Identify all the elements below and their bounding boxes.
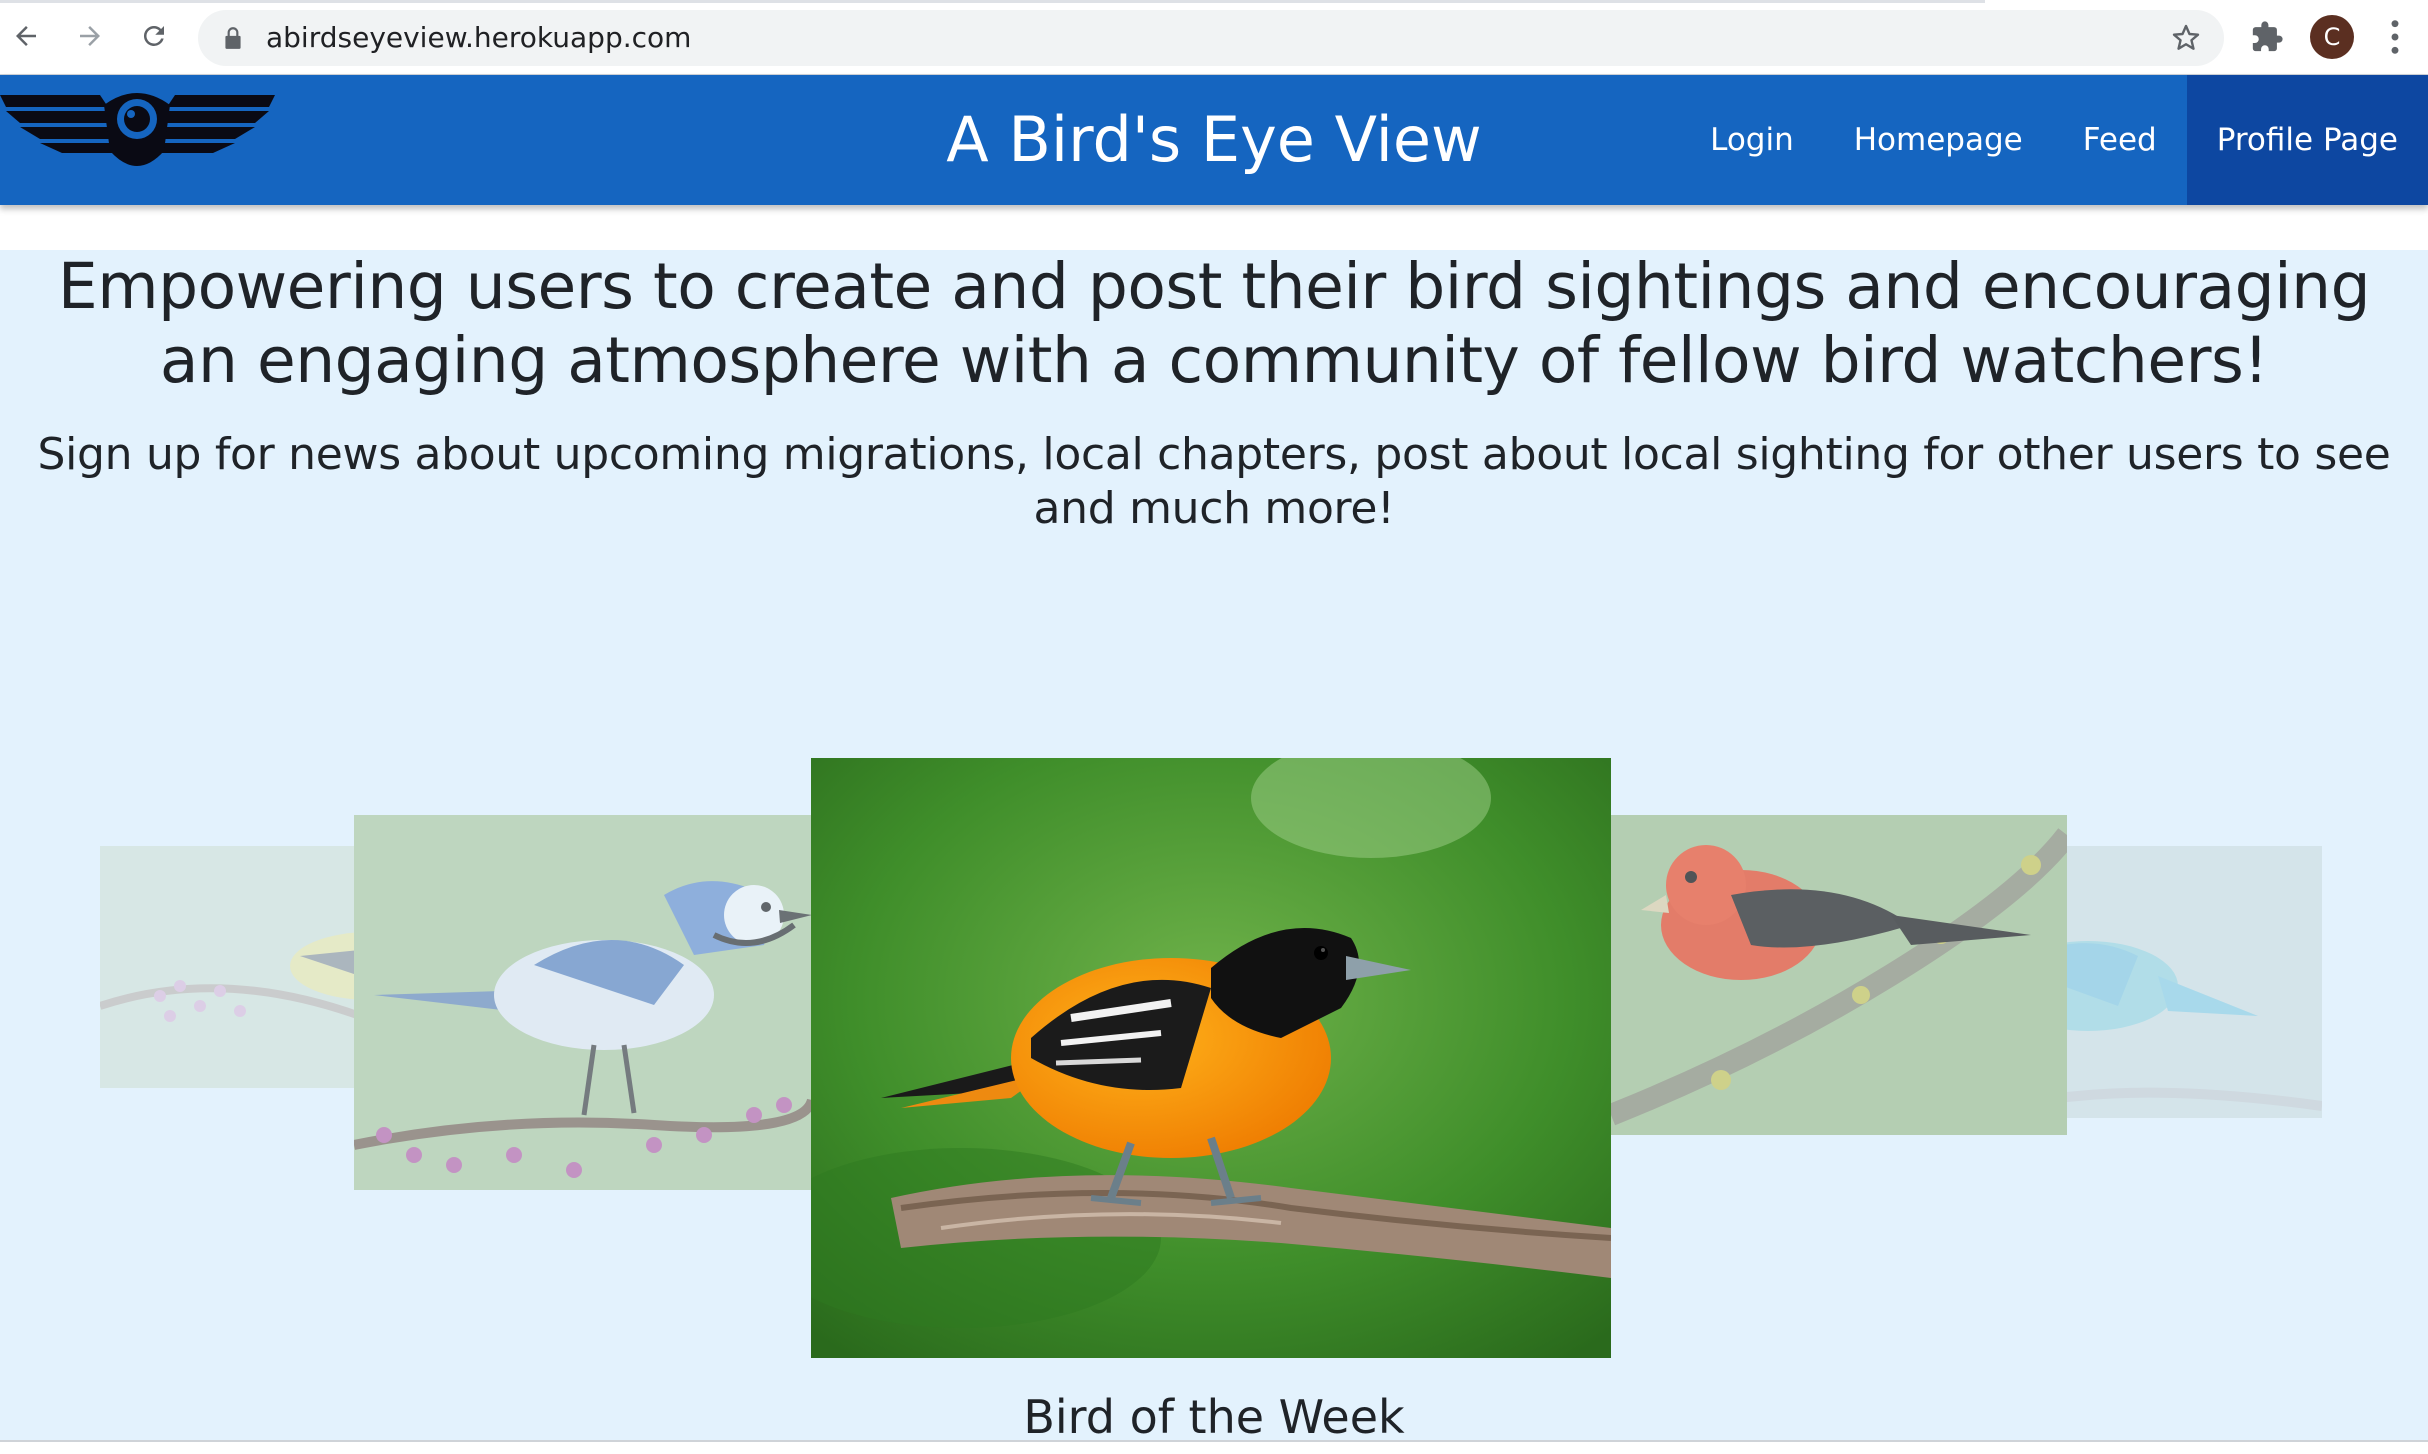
puzzle-icon[interactable] [2250,20,2284,54]
reload-button[interactable] [132,14,176,58]
hero-section: Empowering users to create and post thei… [0,250,2428,1444]
kebab-icon[interactable] [2380,17,2410,57]
window-bottom-edge [0,1440,2428,1442]
forward-button[interactable] [68,14,112,58]
arrow-left-icon [16,26,36,46]
back-button[interactable] [4,14,48,58]
nav-link-login[interactable]: Login [1680,75,1824,205]
tab-strip-edge [0,0,1985,3]
carousel-slide-scarlet-tanager[interactable] [1611,815,2067,1135]
carousel-caption: Bird of the Week [1023,1390,1405,1444]
lock-icon [225,27,241,49]
browser-toolbar: abirdseyeview.herokuapp.com C [0,0,2428,74]
carousel-slide-blue-jay[interactable] [354,815,812,1190]
scarlet-tanager-image [1611,815,2067,1135]
oriole-image [811,758,1611,1358]
reload-icon [143,25,164,46]
nav-link-feed[interactable]: Feed [2053,75,2187,205]
nav-link-profile-page[interactable]: Profile Page [2186,75,2428,205]
nav-links: Login Homepage Feed Profile Page [1680,75,2428,205]
profile-avatar[interactable]: C [2310,15,2354,59]
bird-carousel [0,250,2428,1440]
carousel-slide-oriole[interactable] [811,758,1611,1358]
blue-jay-image [354,815,812,1190]
winged-eye-logo[interactable] [0,85,275,173]
star-icon[interactable] [2170,22,2202,54]
site-navbar: A Bird's Eye View Login Homepage Feed Pr… [0,75,2428,205]
arrow-right-icon [80,26,100,46]
nav-link-homepage[interactable]: Homepage [1824,75,2053,205]
address-bar[interactable]: abirdseyeview.herokuapp.com [198,10,2224,66]
url-text[interactable]: abirdseyeview.herokuapp.com [266,10,691,66]
